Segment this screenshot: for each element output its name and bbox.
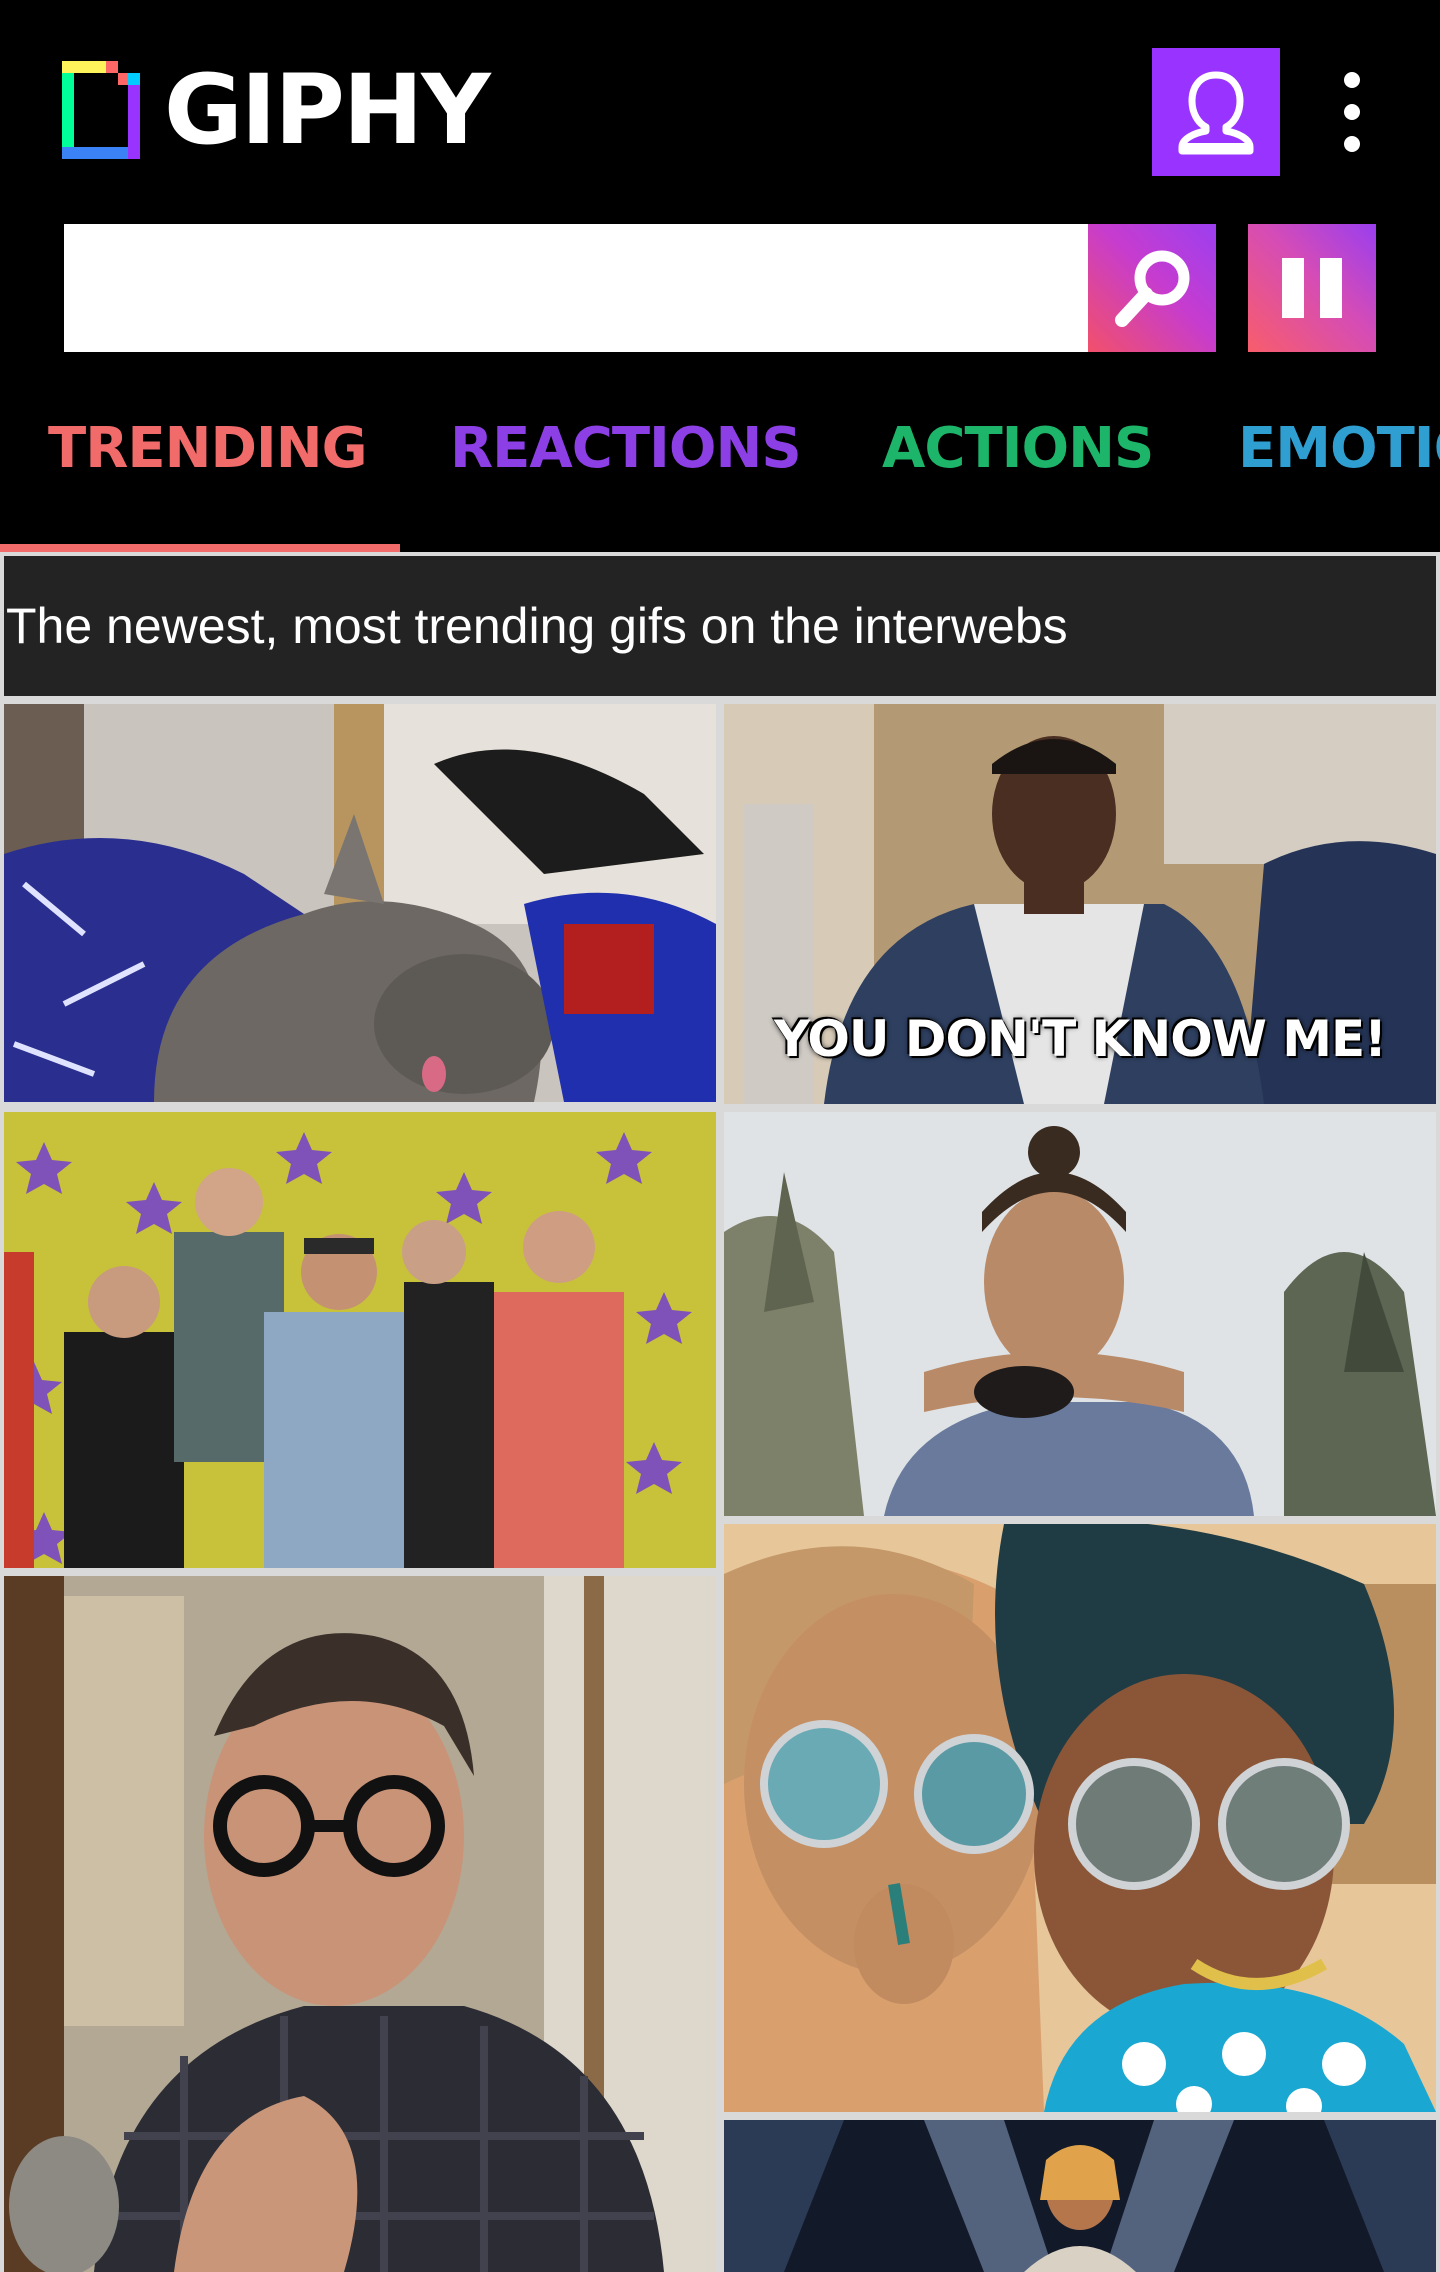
gif-image [4, 704, 716, 1102]
pause-icon-bar [1320, 258, 1342, 318]
active-tab-indicator [0, 544, 400, 552]
pause-button[interactable] [1248, 224, 1376, 352]
gif-image [724, 1112, 1436, 1516]
gif-tile-man[interactable]: YOU DON'T KNOW ME! [724, 704, 1436, 1104]
user-avatar-icon [1178, 71, 1254, 155]
trending-banner: The newest, most trending gifs on the in… [4, 556, 1436, 696]
pause-icon [1282, 258, 1304, 318]
kebab-dot [1344, 104, 1360, 120]
gif-tile-stage[interactable] [724, 2120, 1436, 2272]
kebab-dot [1344, 72, 1360, 88]
banner-text: The newest, most trending gifs on the in… [6, 598, 1068, 654]
gif-image [724, 1524, 1436, 2112]
gif-image [4, 1112, 716, 1568]
gif-tile-woman[interactable] [724, 1112, 1436, 1516]
app-header: GIPHY [0, 0, 1440, 210]
user-avatar-button[interactable] [1152, 48, 1280, 176]
gif-tile-group[interactable] [4, 1112, 716, 1568]
gif-caption: YOU DON'T KNOW ME! [774, 1010, 1387, 1068]
gif-tile-two-girls[interactable] [724, 1524, 1436, 2112]
giphy-logo-icon [62, 61, 140, 159]
category-tabs: TRENDING REACTIONS ACTIONS EMOTIO [0, 380, 1440, 552]
gif-image [4, 1576, 716, 2272]
tab-emotions[interactable]: EMOTIO [1238, 416, 1440, 481]
tab-actions[interactable]: ACTIONS [882, 416, 1154, 481]
gif-tile-cat[interactable] [4, 704, 716, 1102]
giphy-wordmark: GIPHY [164, 54, 491, 166]
tab-reactions[interactable]: REACTIONS [450, 416, 802, 481]
more-vertical-icon[interactable] [1330, 72, 1374, 152]
search-icon [1115, 250, 1190, 327]
search-button[interactable] [1088, 224, 1216, 352]
search-input[interactable] [64, 224, 1088, 352]
gif-grid: The newest, most trending gifs on the in… [0, 552, 1440, 2272]
giphy-logo[interactable]: GIPHY [62, 54, 491, 166]
gif-tile-man-glasses[interactable] [4, 1576, 716, 2272]
gif-image [724, 2120, 1436, 2272]
tab-trending[interactable]: TRENDING [48, 416, 368, 481]
kebab-dot [1344, 136, 1360, 152]
